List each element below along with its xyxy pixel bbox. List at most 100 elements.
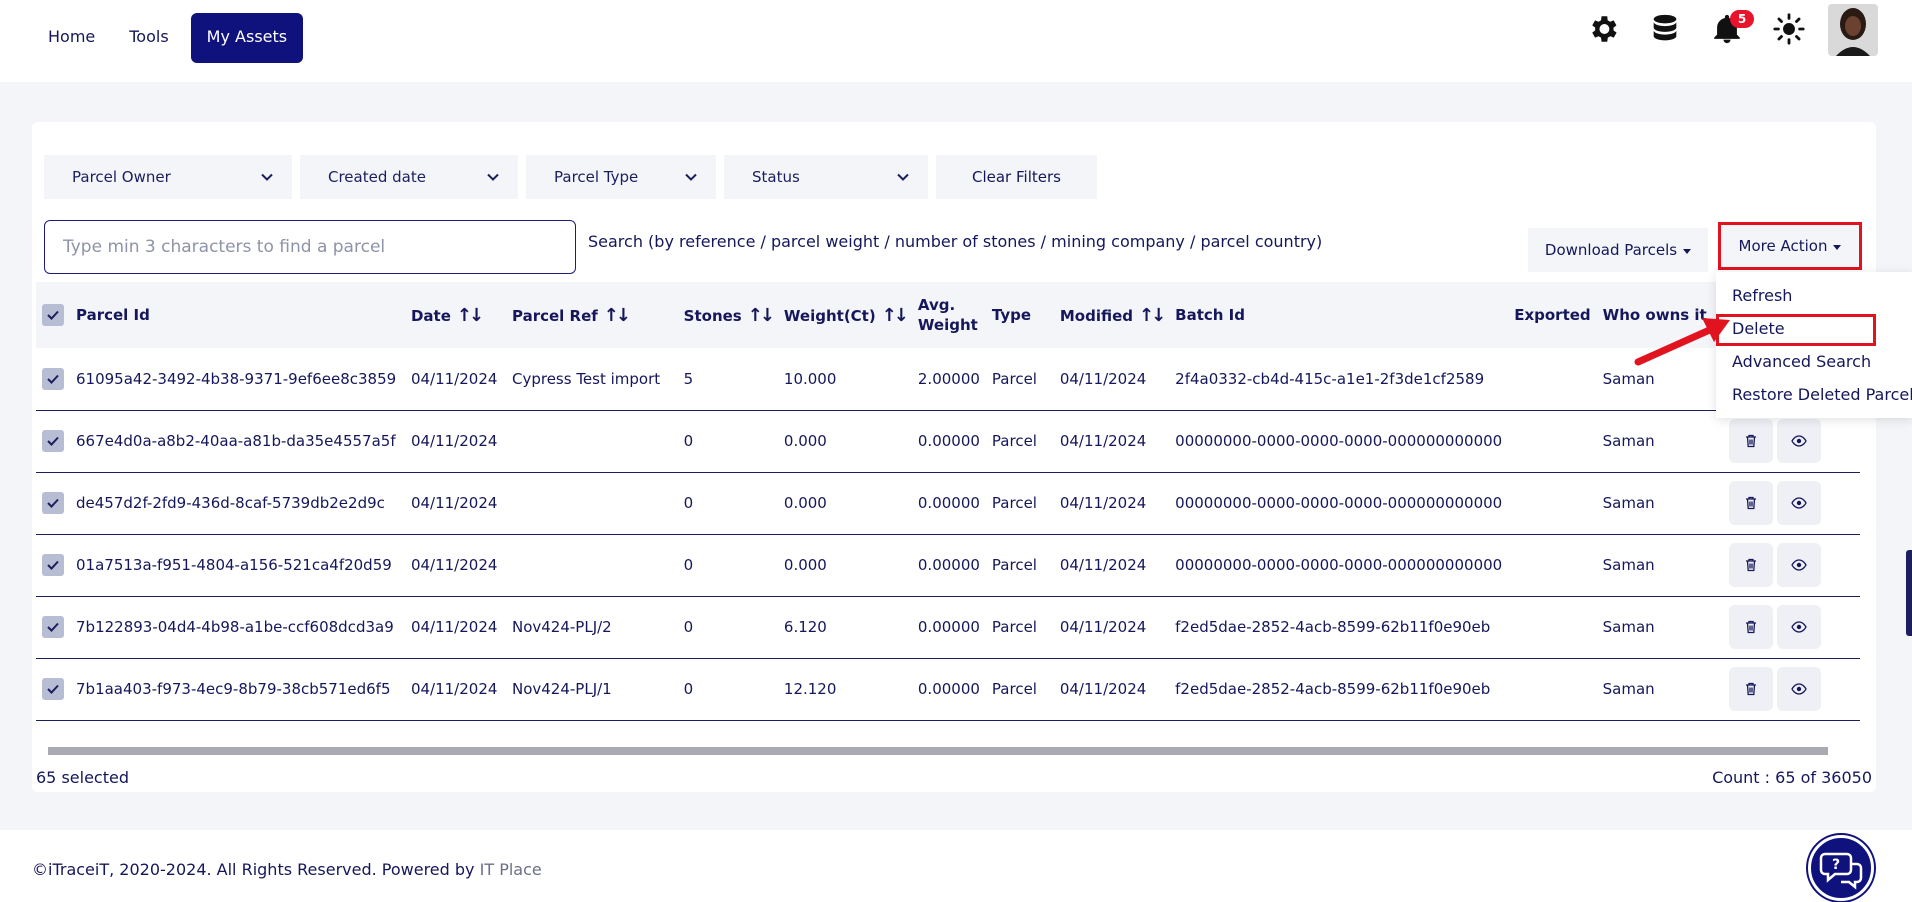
filter-status[interactable]: Status <box>724 155 928 199</box>
side-edge-tab[interactable] <box>1906 550 1912 636</box>
notification-badge: 5 <box>1730 10 1754 28</box>
eye-icon <box>1791 559 1807 571</box>
header-weight[interactable]: Weight(Ct) ↑↓ <box>778 282 912 348</box>
filter-label: Parcel Owner <box>72 168 171 186</box>
header-batch-id[interactable]: Batch Id <box>1169 282 1508 348</box>
cell-parcel-id[interactable]: 7b1aa403-f973-4ec9-8b79-38cb571ed6f5 <box>70 658 405 721</box>
menu-item-refresh[interactable]: Refresh <box>1732 286 1792 305</box>
view-row-button[interactable] <box>1776 419 1821 463</box>
header-avg-weight[interactable]: Avg. Weight <box>912 282 986 348</box>
row-checkbox[interactable] <box>42 616 64 638</box>
eye-icon <box>1791 621 1807 633</box>
row-checkbox[interactable] <box>42 678 64 700</box>
filter-created-date[interactable]: Created date <box>300 155 518 199</box>
row-select-cell[interactable] <box>36 348 70 411</box>
sort-icon[interactable]: ↑↓ <box>1139 305 1166 326</box>
view-row-button[interactable] <box>1776 605 1821 649</box>
cell-modified: 04/11/2024 <box>1053 596 1170 659</box>
nav-home[interactable]: Home <box>36 13 107 63</box>
more-action-label: More Action <box>1738 237 1828 255</box>
database-icon[interactable] <box>1648 12 1682 46</box>
cell-stones: 5 <box>677 348 778 411</box>
sort-icon[interactable]: ↑↓ <box>882 305 909 326</box>
view-row-button[interactable] <box>1776 667 1821 711</box>
notifications[interactable]: 5 <box>1710 10 1754 46</box>
sort-icon[interactable]: ↑↓ <box>748 305 775 326</box>
table-row[interactable]: 667e4d0a-a8b2-40aa-a81b-da35e4557a5f 04/… <box>36 410 1860 473</box>
footer: ©iTraceiT, 2020-2024. All Rights Reserve… <box>0 830 1912 902</box>
table-row[interactable]: de457d2f-2fd9-436d-8caf-5739db2e2d9c 04/… <box>36 472 1860 535</box>
cell-owner: Saman <box>1596 534 1723 597</box>
sort-icon[interactable]: ↑↓ <box>604 305 631 326</box>
delete-row-button[interactable] <box>1728 419 1773 463</box>
cell-parcel-id[interactable]: de457d2f-2fd9-436d-8caf-5739db2e2d9c <box>70 472 405 535</box>
total-count: Count : 65 of 36050 <box>1712 768 1872 787</box>
cell-parcel-id[interactable]: 667e4d0a-a8b2-40aa-a81b-da35e4557a5f <box>70 410 405 473</box>
clear-filters-button[interactable]: Clear Filters <box>936 155 1097 199</box>
powered-by-link[interactable]: IT Place <box>480 860 542 879</box>
header-stones[interactable]: Stones ↑↓ <box>678 282 778 348</box>
sort-icon[interactable]: ↑↓ <box>457 305 484 326</box>
header-modified[interactable]: Modified ↑↓ <box>1054 282 1169 348</box>
trash-icon <box>1745 682 1756 696</box>
header-select-all[interactable] <box>36 282 70 348</box>
row-checkbox[interactable] <box>42 430 64 452</box>
download-parcels-button[interactable]: Download Parcels <box>1528 228 1708 272</box>
cell-parcel-id[interactable]: 61095a42-3492-4b38-9371-9ef6ee8c3859 <box>70 348 405 411</box>
cell-actions <box>1722 658 1860 721</box>
cell-date: 04/11/2024 <box>404 658 506 721</box>
main-nav: Home Tools My Assets <box>36 13 304 63</box>
filter-parcel-type[interactable]: Parcel Type <box>526 155 716 199</box>
delete-row-button[interactable] <box>1728 481 1773 525</box>
parcel-search-input[interactable] <box>44 220 576 274</box>
row-checkbox[interactable] <box>42 367 64 390</box>
cell-date: 04/11/2024 <box>404 596 506 659</box>
menu-item-restore-deleted[interactable]: Restore Deleted Parcel <box>1732 385 1912 404</box>
cell-exported <box>1508 410 1597 473</box>
table-row[interactable]: 7b1aa403-f973-4ec9-8b79-38cb571ed6f5 04/… <box>36 658 1860 721</box>
table-row[interactable]: 7b122893-04d4-4b98-a1be-ccf608dcd3a9 04/… <box>36 596 1860 659</box>
header-type[interactable]: Type <box>986 282 1054 348</box>
cell-date: 04/11/2024 <box>404 534 506 597</box>
cell-parcel-id[interactable]: 7b122893-04d4-4b98-a1be-ccf608dcd3a9 <box>70 596 405 659</box>
row-select-cell[interactable] <box>36 534 70 597</box>
header-exported[interactable]: Exported <box>1508 282 1596 348</box>
nav-my-assets[interactable]: My Assets <box>190 13 304 63</box>
cell-modified: 04/11/2024 <box>1053 410 1170 473</box>
cell-batch-id: f2ed5dae-2852-4acb-8599-62b11f0e90eb <box>1169 596 1509 659</box>
header-label: Modified <box>1059 306 1133 325</box>
delete-row-button[interactable] <box>1728 605 1773 649</box>
header-date[interactable]: Date ↑↓ <box>405 282 506 348</box>
table-row[interactable]: 61095a42-3492-4b38-9371-9ef6ee8c3859 04/… <box>36 348 1860 411</box>
row-select-cell[interactable] <box>36 658 70 721</box>
gear-icon[interactable] <box>1586 12 1620 46</box>
sun-icon[interactable] <box>1772 12 1806 46</box>
more-action-button[interactable]: More Action <box>1718 222 1862 270</box>
cell-parcel-id[interactable]: 01a7513a-f951-4804-a156-521ca4f20d59 <box>70 534 405 597</box>
cell-stones: 0 <box>677 658 778 721</box>
check-icon <box>47 436 59 446</box>
nav-tools[interactable]: Tools <box>117 13 180 63</box>
header-parcel-id[interactable]: Parcel Id <box>70 282 405 348</box>
delete-row-button[interactable] <box>1728 543 1773 587</box>
horizontal-scrollbar[interactable] <box>36 744 1860 756</box>
row-select-cell[interactable] <box>36 410 70 473</box>
avatar[interactable] <box>1828 4 1878 56</box>
filter-parcel-owner[interactable]: Parcel Owner <box>44 155 292 199</box>
menu-item-advanced-search[interactable]: Advanced Search <box>1732 352 1871 371</box>
select-all-checkbox[interactable] <box>42 304 64 326</box>
row-select-cell[interactable] <box>36 472 70 535</box>
chat-support-button[interactable]: ? <box>1808 835 1874 901</box>
scrollbar-thumb[interactable] <box>48 747 1828 755</box>
delete-row-button[interactable] <box>1728 667 1773 711</box>
check-icon <box>47 374 59 384</box>
header-parcel-ref[interactable]: Parcel Ref ↑↓ <box>506 282 678 348</box>
view-row-button[interactable] <box>1776 543 1821 587</box>
view-row-button[interactable] <box>1776 481 1821 525</box>
header-label: Weight(Ct) <box>783 306 876 325</box>
row-select-cell[interactable] <box>36 596 70 659</box>
row-checkbox[interactable] <box>42 492 64 514</box>
row-checkbox[interactable] <box>42 554 64 576</box>
table-row[interactable]: 01a7513a-f951-4804-a156-521ca4f20d59 04/… <box>36 534 1860 597</box>
trash-icon <box>1745 434 1756 448</box>
